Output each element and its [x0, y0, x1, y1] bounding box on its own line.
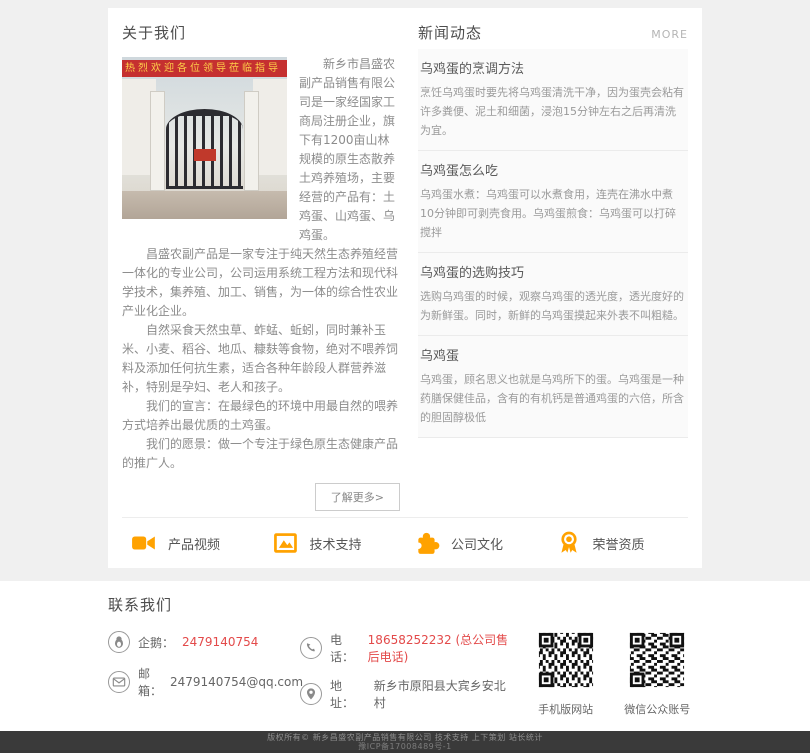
copyright-line: 版权所有© 新乡昌盛农副产品销售有限公司 技术支持 上下策划 站长统计 [0, 733, 810, 742]
qr-mobile-site: 手机版网站 [521, 631, 611, 717]
puzzle-icon [413, 530, 441, 556]
news-item-body: 乌鸡蛋，顾名思义也就是乌鸡所下的蛋。乌鸡蛋是一种药膳保健佳品，含有的有机钙是普通… [420, 370, 686, 427]
news-item-title[interactable]: 乌鸡蛋怎么吃 [420, 160, 686, 179]
news-section: 新闻动态 MORE 乌鸡蛋的烹调方法 烹饪乌鸡蛋时要先将乌鸡蛋清洗干净，因为蛋壳… [418, 22, 688, 515]
news-more-link[interactable]: MORE [651, 28, 688, 41]
qr-code-wechat [628, 631, 686, 689]
photo-pillar-right [244, 91, 259, 191]
news-item-body: 烹饪乌鸡蛋时要先将乌鸡蛋清洗干净，因为蛋壳会粘有许多粪便、泥土和细菌，浸泡15分… [420, 83, 686, 140]
feature-product-video[interactable]: 产品视频 [122, 530, 264, 556]
address-value: 新乡市原阳县大宾乡安北村 [374, 677, 517, 711]
company-gate-photo: 热烈欢迎各位领导莅临指导 [122, 57, 287, 219]
video-icon [130, 530, 158, 556]
learn-more-button[interactable]: 了解更多> [315, 483, 400, 511]
email-value: 2479140754@qq.com [170, 675, 303, 689]
contact-col-left: 企鹅： 2479140754 邮箱： 2479140754@qq.com [108, 631, 300, 699]
feature-label: 公司文化 [451, 534, 503, 553]
news-item-title[interactable]: 乌鸡蛋的烹调方法 [420, 58, 686, 77]
mail-icon [108, 671, 130, 693]
qr-wechat: 微信公众账号 [612, 631, 702, 717]
address-label: 地址： [330, 677, 366, 711]
about-section: 关于我们 热烈欢迎各位领导莅临指导 新乡市昌盛农副产品销售有限公司是一家经国家工… [122, 22, 400, 515]
news-item-body: 选购乌鸡蛋的时候，观察乌鸡蛋的透光度，透光度好的为新鲜蛋。同时，新鲜的乌鸡蛋摸起… [420, 287, 686, 325]
qr-code-mobile [537, 631, 595, 689]
phone-icon [300, 637, 322, 659]
contact-email-row: 邮箱： 2479140754@qq.com [108, 665, 300, 699]
qr-wechat-label: 微信公众账号 [612, 701, 702, 717]
feature-label: 产品视频 [168, 534, 220, 553]
about-paragraph: 昌盛农副产品是一家专注于纯天然生态养殖经营一体化的专业公司，公司运用系统工程方法… [122, 245, 400, 321]
phone-label: 电话： [330, 631, 360, 665]
email-label: 邮箱： [138, 665, 162, 699]
welcome-banner: 热烈欢迎各位领导莅临指导 [122, 60, 287, 77]
photo-red-plaque [194, 149, 216, 161]
news-item-body: 乌鸡蛋水煮：乌鸡蛋可以水煮食用，连壳在沸水中煮10分钟即可剥壳食用。乌鸡蛋煎食：… [420, 185, 686, 242]
contact-col-right: 电话： 18658252232 (总公司售后电话) 地址：新乡市原阳县大宾乡安北村 [300, 631, 517, 711]
icp-line: 豫ICP备17008489号-1 [0, 742, 810, 751]
news-item[interactable]: 乌鸡蛋怎么吃 乌鸡蛋水煮：乌鸡蛋可以水煮食用，连壳在沸水中煮10分钟即可剥壳食用… [418, 151, 688, 253]
medal-icon [555, 530, 583, 556]
news-list: 乌鸡蛋的烹调方法 烹饪乌鸡蛋时要先将乌鸡蛋清洗干净，因为蛋壳会粘有许多粪便、泥土… [418, 49, 688, 438]
about-paragraph: 我们的愿景：做一个专注于绿色原生态健康产品的推广人。 [122, 435, 400, 473]
contact-band: 联系我们 企鹅： 2479140754 [0, 581, 810, 731]
about-paragraph: 自然采食天然虫草、蚱蜢、蚯蚓，同时兼补玉米、小麦、稻谷、地瓜、糠麸等食物，绝对不… [122, 321, 400, 397]
feature-label: 技术支持 [310, 534, 362, 553]
location-pin-icon [300, 683, 322, 705]
qq-number: 2479140754 [182, 635, 258, 649]
about-title: 关于我们 [122, 22, 400, 43]
qr-mobile-label: 手机版网站 [521, 701, 611, 717]
contact-phone-row: 电话： 18658252232 (总公司售后电话) [300, 631, 517, 665]
contact-address-row: 地址：新乡市原阳县大宾乡安北村 [300, 677, 517, 711]
news-item[interactable]: 乌鸡蛋的烹调方法 烹饪乌鸡蛋时要先将乌鸡蛋清洗干净，因为蛋壳会粘有许多粪便、泥土… [418, 49, 688, 151]
feature-company-culture[interactable]: 公司文化 [405, 530, 547, 556]
photo-ground [122, 191, 287, 219]
contact-qq-row: 企鹅： 2479140754 [108, 631, 300, 653]
phone-value: 18658252232 (总公司售后电话) [368, 631, 517, 665]
image-icon [272, 530, 300, 556]
photo-pillar-left [150, 91, 165, 191]
main-content-card: 关于我们 热烈欢迎各位领导莅临指导 新乡市昌盛农副产品销售有限公司是一家经国家工… [108, 8, 702, 568]
news-title: 新闻动态 [418, 22, 482, 43]
about-body: 热烈欢迎各位领导莅临指导 新乡市昌盛农副产品销售有限公司是一家经国家工商局注册企… [122, 55, 400, 473]
news-item-title[interactable]: 乌鸡蛋的选购技巧 [420, 262, 686, 281]
feature-label: 荣誉资质 [593, 534, 645, 553]
contact-title: 联系我们 [108, 594, 702, 615]
footer: 版权所有© 新乡昌盛农副产品销售有限公司 技术支持 上下策划 站长统计 豫ICP… [0, 731, 810, 753]
about-paragraph: 我们的宣言：在最绿色的环境中用最自然的喂养方式培养出最优质的土鸡蛋。 [122, 397, 400, 435]
feature-tech-support[interactable]: 技术支持 [264, 530, 406, 556]
news-item-title[interactable]: 乌鸡蛋 [420, 345, 686, 364]
qq-icon [108, 631, 130, 653]
news-item[interactable]: 乌鸡蛋的选购技巧 选购乌鸡蛋的时候，观察乌鸡蛋的透光度，透光度好的为新鲜蛋。同时… [418, 253, 688, 336]
features-bar: 产品视频 技术支持 公司文化 [122, 517, 688, 568]
qq-label: 企鹅： [138, 634, 174, 651]
news-item[interactable]: 乌鸡蛋 乌鸡蛋，顾名思义也就是乌鸡所下的蛋。乌鸡蛋是一种药膳保健佳品，含有的有机… [418, 336, 688, 438]
feature-honors[interactable]: 荣誉资质 [547, 530, 689, 556]
